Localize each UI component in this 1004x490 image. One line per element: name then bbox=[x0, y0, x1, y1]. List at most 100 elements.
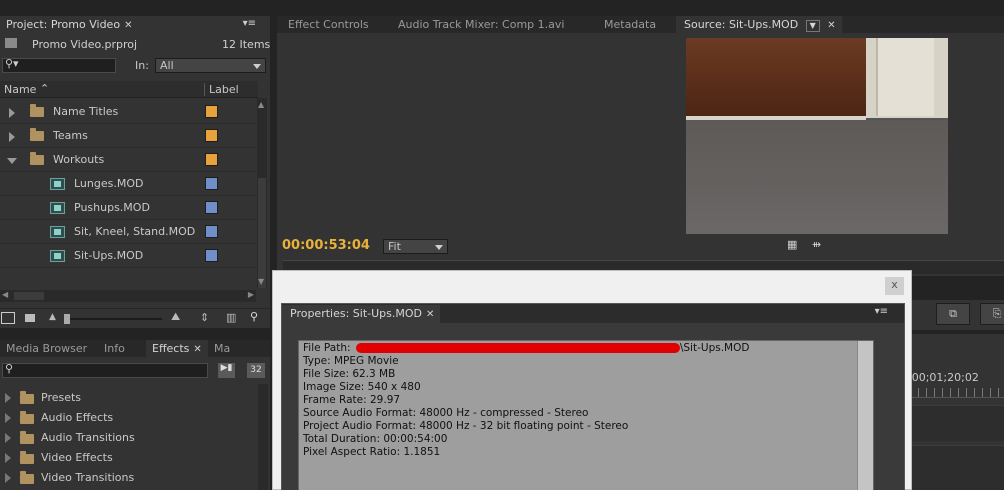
folder-icon bbox=[30, 104, 44, 117]
find-icon[interactable]: ⚲ bbox=[250, 310, 258, 323]
project-tabbar: Project: Promo Video ✕ ▾≡ bbox=[0, 16, 270, 33]
list-item[interactable]: Sit-Ups.MOD bbox=[0, 244, 256, 268]
sort-icon[interactable]: ⇕ bbox=[200, 311, 209, 324]
property-line: Image Size: 540 x 480 bbox=[303, 381, 421, 393]
effects-vscrollbar[interactable] bbox=[258, 384, 268, 490]
project-search-input[interactable]: ⚲▾ bbox=[2, 57, 116, 73]
properties-dialog: x Properties: Sit-Ups.MOD ✕ ▾≡ File Path:… bbox=[272, 270, 912, 490]
source-dropdown-icon[interactable]: ▼ bbox=[805, 20, 820, 32]
in-label: In: bbox=[135, 59, 149, 72]
scroll-down-icon[interactable]: ▼ bbox=[258, 277, 264, 286]
close-icon[interactable]: ✕ bbox=[827, 20, 835, 31]
properties-text-area[interactable]: File Path: \Sit-Ups.MOD Type: MPEG Movie… bbox=[298, 340, 874, 490]
label-swatch[interactable] bbox=[205, 225, 218, 238]
list-item[interactable]: Video Effects bbox=[0, 448, 258, 468]
list-item[interactable]: Presets bbox=[0, 388, 258, 408]
timeline-ruler[interactable] bbox=[910, 388, 1004, 398]
tab-info[interactable]: Info bbox=[98, 340, 146, 357]
presets-icon bbox=[20, 391, 34, 404]
expand-icon[interactable] bbox=[9, 108, 15, 118]
in-select[interactable]: All bbox=[155, 58, 266, 73]
list-item[interactable]: Name Titles bbox=[0, 100, 256, 124]
scroll-right-icon[interactable]: ▶ bbox=[248, 290, 254, 299]
project-toolbar: ▲ ⛰ ⇕ ▥ ⚲ bbox=[0, 308, 270, 328]
collapse-icon[interactable] bbox=[7, 158, 17, 164]
project-file-icon bbox=[5, 38, 17, 48]
chevron-down-icon bbox=[435, 245, 443, 250]
accelerated-effects-icon[interactable]: ▶▮ bbox=[218, 363, 235, 378]
folder-icon bbox=[20, 411, 34, 424]
effects-search-input[interactable]: ⚲ bbox=[2, 362, 208, 378]
list-item[interactable]: Teams bbox=[0, 124, 256, 148]
tab-properties[interactable]: Properties: Sit-Ups.MOD ✕ bbox=[282, 305, 441, 323]
property-line: Source Audio Format: 48000 Hz - compress… bbox=[303, 407, 589, 419]
project-item-count: 12 Items bbox=[222, 38, 271, 51]
icon-view-icon[interactable] bbox=[25, 314, 35, 322]
project-list: Name Titles Teams Workouts Lunges.MOD Pu… bbox=[0, 100, 256, 270]
label-swatch[interactable] bbox=[205, 201, 218, 214]
list-item[interactable]: Audio Transitions bbox=[0, 428, 258, 448]
label-swatch[interactable] bbox=[205, 129, 218, 142]
zoom-slider[interactable] bbox=[64, 314, 162, 324]
timeline-track[interactable] bbox=[910, 445, 1004, 490]
clip-icon bbox=[50, 250, 65, 262]
list-view-icon[interactable] bbox=[1, 312, 15, 324]
list-item[interactable]: Video Transitions bbox=[0, 468, 258, 488]
list-item[interactable]: Pushups.MOD bbox=[0, 196, 256, 220]
tab-effect-controls[interactable]: Effect Controls bbox=[277, 16, 389, 33]
dialog-close-button[interactable]: x bbox=[885, 277, 904, 295]
col-label[interactable]: Label bbox=[204, 83, 239, 96]
timeline-track[interactable] bbox=[910, 405, 1004, 441]
project-file-name: Promo Video.prproj bbox=[32, 38, 138, 51]
label-swatch[interactable] bbox=[205, 249, 218, 262]
audio-waveform-icon[interactable]: ⇻ bbox=[812, 238, 821, 251]
bit-effects-badge[interactable]: 32 bbox=[247, 363, 265, 378]
source-timecode[interactable]: 00:00:53:04 bbox=[282, 238, 370, 253]
project-vscrollbar[interactable]: ▲ ▼ bbox=[257, 98, 267, 288]
label-swatch[interactable] bbox=[205, 177, 218, 190]
lift-icon[interactable]: ⧉ bbox=[936, 303, 970, 325]
scroll-left-icon[interactable]: ◀ bbox=[2, 290, 8, 299]
tab-audio-track-mixer[interactable]: Audio Track Mixer: Comp 1.avi bbox=[389, 16, 594, 33]
label-swatch[interactable] bbox=[205, 105, 218, 118]
properties-vscrollbar[interactable] bbox=[857, 341, 873, 490]
property-line: Frame Rate: 29.97 bbox=[303, 394, 401, 406]
fit-select[interactable]: Fit bbox=[383, 239, 448, 254]
properties-panel: Properties: Sit-Ups.MOD ✕ ▾≡ File Path: \… bbox=[281, 303, 905, 490]
zoom-out-icon[interactable]: ▲ bbox=[49, 312, 56, 322]
tab-effects[interactable]: Effects ✕ bbox=[146, 340, 208, 357]
effects-list: Presets Audio Effects Audio Transitions … bbox=[0, 388, 258, 490]
tab-metadata[interactable]: Metadata bbox=[594, 16, 676, 33]
col-name[interactable]: Name bbox=[4, 83, 36, 96]
folder-icon bbox=[20, 431, 34, 444]
list-item[interactable]: Workouts bbox=[0, 148, 256, 172]
property-line: Pixel Aspect Ratio: 1.1851 bbox=[303, 446, 441, 458]
sort-asc-icon: ⌃ bbox=[40, 82, 50, 95]
zoom-in-icon[interactable]: ⛰ bbox=[171, 310, 180, 324]
tab-source[interactable]: Source: Sit-Ups.MOD ▼ ✕ bbox=[676, 16, 842, 33]
list-item[interactable]: Lunges.MOD bbox=[0, 172, 256, 196]
search-icon: ⚲ bbox=[5, 362, 14, 375]
effects-tabbar: Media Browser Info Effects ✕ Ma bbox=[0, 340, 270, 357]
project-hscrollbar[interactable]: ◀ ▶ bbox=[0, 290, 256, 302]
close-icon[interactable]: ✕ bbox=[124, 20, 132, 31]
project-list-header: Name ⌃ Label bbox=[0, 81, 258, 98]
tab-markers[interactable]: Ma bbox=[208, 340, 236, 357]
tab-media-browser[interactable]: Media Browser bbox=[0, 340, 98, 357]
label-swatch[interactable] bbox=[205, 153, 218, 166]
automate-icon[interactable]: ▥ bbox=[226, 311, 236, 324]
panel-menu-icon[interactable]: ▾≡ bbox=[243, 18, 256, 29]
list-item[interactable]: Sit, Kneel, Stand.MOD bbox=[0, 220, 256, 244]
scroll-up-icon[interactable]: ▲ bbox=[258, 100, 264, 109]
close-icon[interactable]: ✕ bbox=[426, 309, 434, 320]
expand-icon[interactable] bbox=[9, 132, 15, 142]
folder-icon bbox=[30, 128, 44, 141]
list-item[interactable]: Audio Effects bbox=[0, 408, 258, 428]
clip-icon bbox=[50, 226, 65, 238]
close-icon[interactable]: ✕ bbox=[193, 344, 201, 355]
export-frame-icon[interactable]: ⎘ bbox=[980, 303, 1004, 325]
tab-project[interactable]: Project: Promo Video ✕ bbox=[0, 16, 139, 33]
panel-menu-icon[interactable]: ▾≡ bbox=[875, 306, 888, 317]
property-line: Total Duration: 00:00:54:00 bbox=[303, 433, 448, 445]
film-icon[interactable]: ▦ bbox=[787, 238, 797, 251]
